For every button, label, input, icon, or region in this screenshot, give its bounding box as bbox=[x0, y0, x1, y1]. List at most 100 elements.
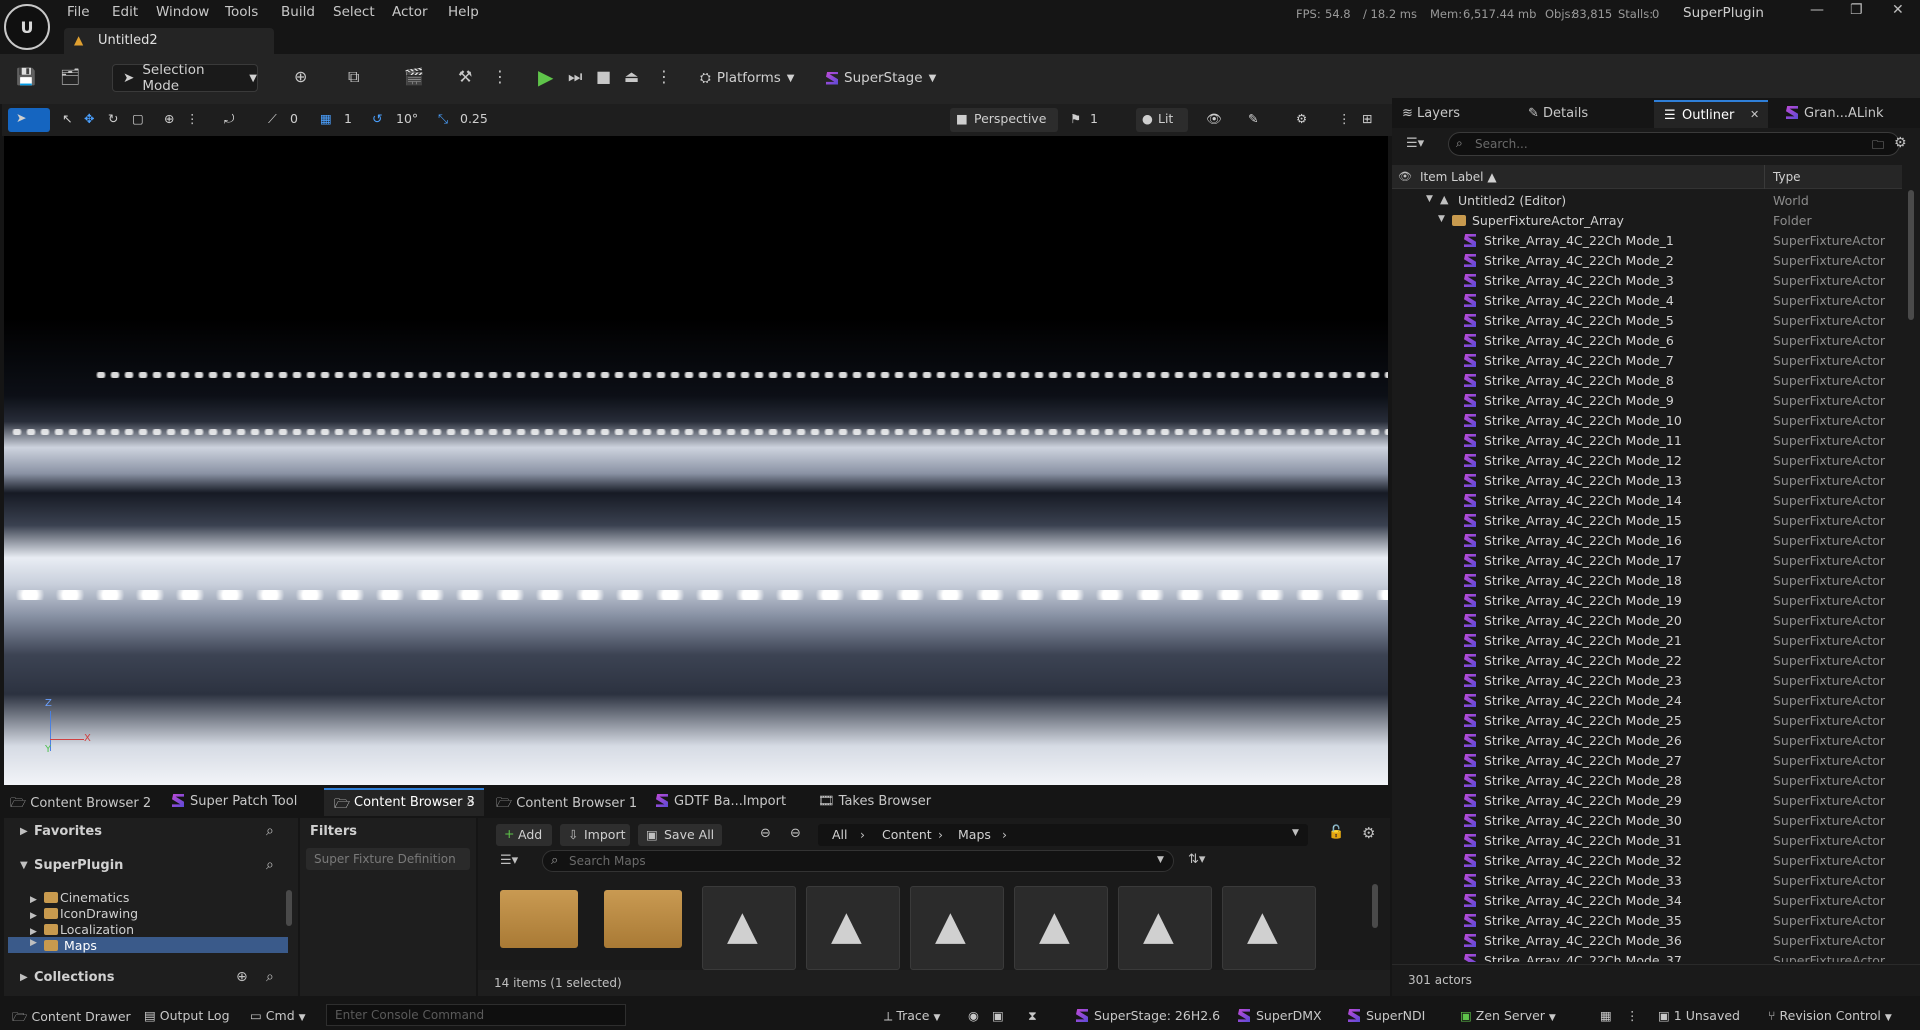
add-button[interactable]: + Add bbox=[496, 824, 552, 846]
superstage-version[interactable]: SuperStage: 26H2.6 bbox=[1076, 1008, 1220, 1023]
stop-icon[interactable]: ■ bbox=[596, 67, 611, 86]
asset-tile-map[interactable]: ▲ bbox=[910, 886, 1004, 970]
table-row[interactable]: Strike_Array_4C_22Ch Mode_23 SuperFixture… bbox=[1392, 670, 1902, 690]
collections-header[interactable]: Collections bbox=[34, 970, 115, 985]
outliner-scrollbar[interactable] bbox=[1908, 190, 1914, 320]
table-row[interactable]: Strike_Array_4C_22Ch Mode_1 SuperFixtureA… bbox=[1392, 230, 1902, 250]
expand-arrow-icon[interactable]: ▶ bbox=[20, 972, 28, 983]
superstage-dropdown[interactable]: SuperStage ▼ bbox=[826, 64, 946, 92]
table-row[interactable]: Strike_Array_4C_22Ch Mode_25 SuperFixture… bbox=[1392, 710, 1902, 730]
expand-arrow-icon[interactable]: ▼ bbox=[1438, 214, 1445, 224]
asset-tile-folder[interactable] bbox=[500, 890, 578, 948]
asset-tile-folder[interactable] bbox=[604, 890, 682, 948]
screenshot-icon[interactable]: ▣ bbox=[992, 1008, 1004, 1023]
lock-icon[interactable]: 🔓 bbox=[1328, 825, 1344, 840]
table-row[interactable]: Strike_Array_4C_22Ch Mode_16 SuperFixture… bbox=[1392, 530, 1902, 550]
table-row[interactable]: Strike_Array_4C_22Ch Mode_3 SuperFixtureA… bbox=[1392, 270, 1902, 290]
browse-icon[interactable]: 🗂 bbox=[60, 67, 80, 86]
menu-window[interactable]: Window bbox=[156, 4, 209, 20]
menu-help[interactable]: Help bbox=[448, 4, 479, 20]
table-row[interactable]: Strike_Array_4C_22Ch Mode_34 SuperFixture… bbox=[1392, 890, 1902, 910]
asset-tile-map[interactable]: ▲ bbox=[1118, 886, 1212, 970]
lit-dropdown[interactable]: ● Lit bbox=[1136, 108, 1188, 132]
folder-tree-item-localization[interactable]: ▶ Localization bbox=[30, 922, 134, 937]
crumb-content[interactable]: Content bbox=[882, 827, 932, 842]
table-row[interactable]: Strike_Array_4C_22Ch Mode_11 SuperFixture… bbox=[1392, 430, 1902, 450]
table-row[interactable]: Strike_Array_4C_22Ch Mode_33 SuperFixture… bbox=[1392, 870, 1902, 890]
selection-mode-dropdown[interactable]: ➤ Selection Mode ▼ bbox=[112, 62, 258, 94]
close-window-icon[interactable]: ✕ bbox=[1892, 2, 1904, 18]
table-row[interactable]: Strike_Array_4C_22Ch Mode_30 SuperFixture… bbox=[1392, 810, 1902, 830]
build-icon[interactable]: ⚒ bbox=[458, 67, 472, 86]
scale-snap-value[interactable]: 0.25 bbox=[460, 111, 488, 126]
folder-tree-item-icondrawing[interactable]: ▶ IconDrawing bbox=[30, 906, 138, 921]
select-mode-button[interactable]: ➤ bbox=[8, 108, 50, 132]
asset-tile-map[interactable]: ▲ bbox=[702, 886, 796, 970]
table-row[interactable]: Strike_Array_4C_22Ch Mode_6 SuperFixtureA… bbox=[1392, 330, 1902, 350]
folder-tree-item-cinematics[interactable]: ▶ Cinematics bbox=[30, 890, 129, 905]
table-row[interactable]: Strike_Array_4C_22Ch Mode_32 SuperFixture… bbox=[1392, 850, 1902, 870]
tree-row-world[interactable]: ▼ ▲ Untitled2 (Editor) World bbox=[1392, 190, 1902, 210]
realtime-icon[interactable]: ✎ bbox=[1248, 111, 1258, 126]
rotation-snap-value[interactable]: 0 bbox=[290, 111, 298, 126]
tab-outliner[interactable]: ☰ Outliner ✕ bbox=[1654, 100, 1768, 128]
column-type[interactable]: Type bbox=[1773, 170, 1801, 184]
table-row[interactable]: Strike_Array_4C_22Ch Mode_8 SuperFixtureA… bbox=[1392, 370, 1902, 390]
table-row[interactable]: Strike_Array_4C_22Ch Mode_28 SuperFixture… bbox=[1392, 770, 1902, 790]
table-row[interactable]: Strike_Array_4C_22Ch Mode_35 SuperFixture… bbox=[1392, 910, 1902, 930]
add-actor-icon[interactable]: ⊕ bbox=[294, 67, 307, 86]
step-icon[interactable]: ⏭ bbox=[568, 67, 582, 87]
derived-data-icon[interactable]: ▦ bbox=[1600, 1008, 1612, 1023]
asset-scrollbar[interactable] bbox=[1372, 884, 1378, 928]
table-row[interactable]: Strike_Array_4C_22Ch Mode_29 SuperFixture… bbox=[1392, 790, 1902, 810]
table-row[interactable]: Strike_Array_4C_22Ch Mode_18 SuperFixture… bbox=[1392, 570, 1902, 590]
minimize-icon[interactable]: — bbox=[1810, 2, 1824, 18]
history-forward-icon[interactable]: ⊖ bbox=[790, 826, 801, 841]
menu-edit[interactable]: Edit bbox=[112, 4, 138, 20]
save-icon[interactable]: 💾 bbox=[16, 67, 36, 86]
table-row[interactable]: Strike_Array_4C_22Ch Mode_22 SuperFixture… bbox=[1392, 650, 1902, 670]
asset-tile-map[interactable]: ▲ bbox=[1014, 886, 1108, 970]
grid-snap-value[interactable]: 1 bbox=[344, 111, 352, 126]
tab-content-browser-1[interactable]: 🗁 Content Browser 1 bbox=[496, 794, 637, 816]
import-button[interactable]: ⇩ Import bbox=[560, 824, 630, 846]
grid-snap-icon[interactable]: ▦ bbox=[320, 111, 332, 126]
folder-tree-item-maps[interactable]: ▶ Maps bbox=[8, 937, 288, 953]
add-folder-icon[interactable]: 🗀 bbox=[1872, 136, 1884, 157]
search-icon[interactable]: ⌕ bbox=[266, 857, 274, 873]
rotate-icon[interactable]: ↻ bbox=[108, 111, 118, 126]
menu-tools[interactable]: Tools bbox=[225, 4, 258, 20]
visibility-eye-icon[interactable]: 👁 bbox=[1398, 170, 1412, 183]
tab-content-browser-3[interactable]: 🗁 Content Browser 3 ✕ bbox=[324, 788, 484, 816]
filter-icon[interactable]: ☰▾ bbox=[1406, 136, 1424, 151]
history-back-icon[interactable]: ⊖ bbox=[760, 826, 771, 841]
asset-tile-map[interactable]: ▲ bbox=[1222, 886, 1316, 970]
eject-icon[interactable]: ⏏ bbox=[624, 67, 639, 86]
record-icon[interactable]: ◉ bbox=[968, 1008, 979, 1023]
save-all-button[interactable]: ▣ Save All bbox=[638, 824, 722, 846]
expand-arrow-icon[interactable]: ▼ bbox=[1426, 194, 1433, 204]
hourglass-icon[interactable]: ⧗ bbox=[1028, 1008, 1037, 1024]
table-row[interactable]: Strike_Array_4C_22Ch Mode_15 SuperFixture… bbox=[1392, 510, 1902, 530]
table-row[interactable]: Strike_Array_4C_22Ch Mode_24 SuperFixture… bbox=[1392, 690, 1902, 710]
layout-icon[interactable]: ⊞ bbox=[1362, 111, 1372, 126]
scale-icon[interactable]: ▢ bbox=[132, 111, 144, 126]
table-row[interactable]: Strike_Array_4C_22Ch Mode_7 SuperFixtureA… bbox=[1392, 350, 1902, 370]
rotation-snap-icon[interactable]: ⟋ bbox=[268, 111, 277, 127]
tab-takes-browser[interactable]: 🎞 Takes Browser bbox=[818, 794, 931, 809]
menu-file[interactable]: File bbox=[67, 4, 90, 20]
table-row[interactable]: Strike_Array_4C_22Ch Mode_9 SuperFixtureA… bbox=[1392, 390, 1902, 410]
surface-snap-icon[interactable]: ⤾ bbox=[224, 111, 234, 127]
tab-content-browser-2[interactable]: 🗁 Content Browser 2 bbox=[10, 794, 151, 816]
chevron-down-icon[interactable]: ▼ bbox=[1292, 828, 1299, 838]
table-row[interactable]: Strike_Array_4C_22Ch Mode_5 SuperFixtureA… bbox=[1392, 310, 1902, 330]
menu-actor[interactable]: Actor bbox=[392, 4, 428, 20]
column-divider[interactable] bbox=[1764, 165, 1765, 189]
add-collection-icon[interactable]: ⊕ bbox=[236, 969, 248, 985]
expand-arrow-icon[interactable]: ▶ bbox=[20, 826, 28, 837]
blueprint-icon[interactable]: ⧉ bbox=[348, 67, 359, 87]
menu-build[interactable]: Build bbox=[281, 4, 315, 20]
settings-icon[interactable]: ⚙ bbox=[1362, 824, 1375, 842]
document-tab[interactable]: ▲ Untitled2 bbox=[64, 28, 274, 54]
perspective-dropdown[interactable]: ■ Perspective bbox=[950, 108, 1058, 132]
